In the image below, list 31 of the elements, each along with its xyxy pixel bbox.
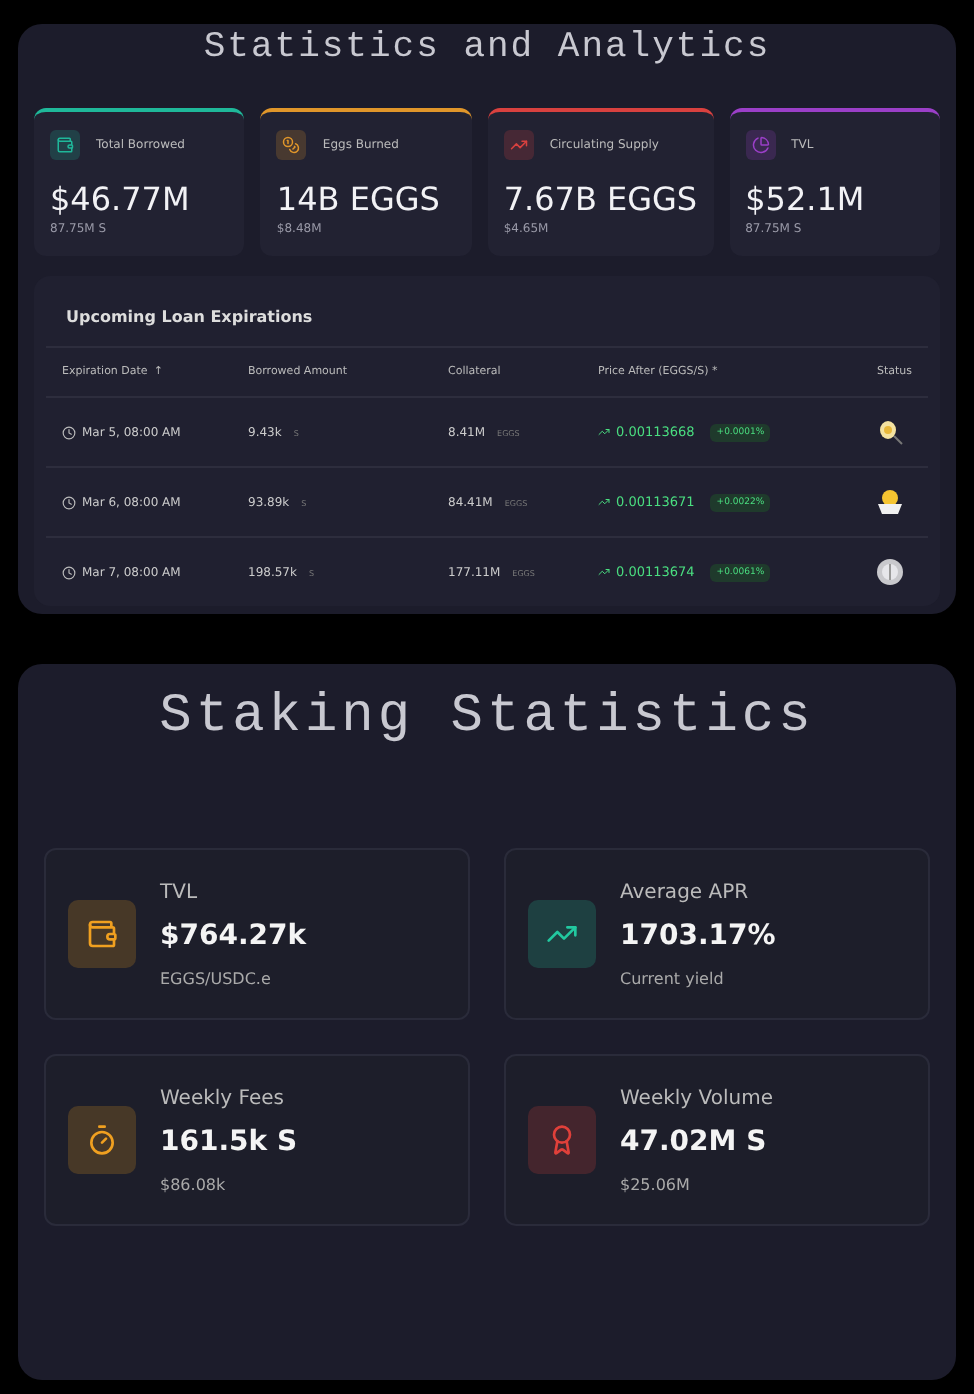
wallet-icon [86,918,118,950]
stat-value: 14B EGGS [276,180,442,218]
stat-subvalue: Current yield [620,969,726,987]
section-title: Staking Statistics [157,688,817,748]
trend-up-icon [598,426,610,438]
panel-title: Upcoming Loan Expirations [66,308,315,326]
stat-label: Weekly Volume [620,1087,773,1109]
section-title: Statistics and Analytics [201,28,773,68]
clock-icon [62,495,76,509]
stat-subvalue: EGGS/USDC.e [160,969,273,987]
pie-chart-icon [751,136,770,154]
stat-label: Average APR [620,881,751,903]
clock-icon [62,425,76,439]
trend-up-icon [509,136,528,154]
coins-icon [282,136,301,154]
stat-label: Weekly Fees [160,1087,286,1109]
trend-up-icon [598,566,610,578]
wallet-icon [56,136,74,154]
stat-value: 47.02M S [620,1125,769,1157]
stat-label: TVL [160,881,200,903]
stat-value: 7.67B EGGS [503,180,698,218]
stopwatch-icon [86,1124,118,1156]
stat-value: $52.1M [745,180,867,218]
stat-subvalue: $86.08k [160,1175,228,1193]
stat-value: $764.27k [160,919,307,951]
clock-icon [62,565,76,579]
stat-value: 1703.17% [620,919,776,951]
stat-subvalue: $25.06M [620,1175,692,1193]
trend-up-icon [598,496,610,508]
stat-value: $46.77M [50,180,192,218]
stat-value: 161.5k S [160,1125,298,1157]
